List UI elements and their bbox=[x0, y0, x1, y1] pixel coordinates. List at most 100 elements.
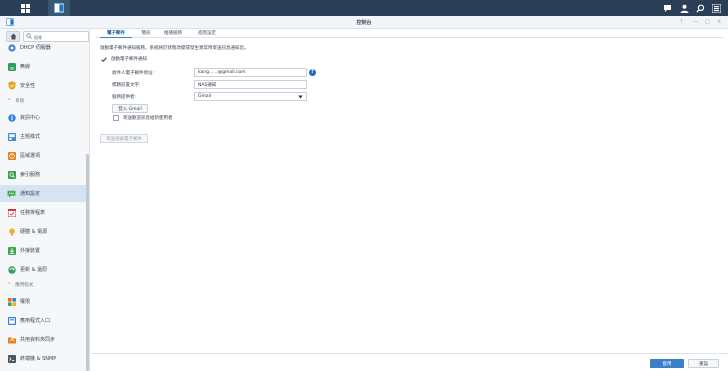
reset-button[interactable]: 重設 bbox=[688, 359, 719, 368]
main-menu-button[interactable] bbox=[14, 0, 36, 16]
sidebar-item-label: 索引服務 bbox=[20, 172, 41, 178]
terminal-snmp-icon bbox=[7, 354, 16, 363]
login-gmail-button[interactable]: 登入 Gmail bbox=[112, 104, 148, 113]
tab-push-service[interactable]: 推播服務 bbox=[158, 30, 188, 38]
taskbar bbox=[0, 0, 728, 16]
regional-options-icon bbox=[7, 151, 16, 160]
hardware-power-icon bbox=[7, 227, 16, 236]
welcome-message-row[interactable]: 寄送歡迎訊息給新使用者 bbox=[113, 115, 173, 121]
sidebar-item-dhcp-server[interactable]: DHCP 伺服器 bbox=[0, 39, 86, 56]
provider-label: 服務提供者: bbox=[112, 95, 137, 100]
apply-button[interactable]: 套用 bbox=[650, 359, 684, 368]
indexing-icon bbox=[7, 170, 16, 179]
control-panel-app-icon bbox=[54, 3, 64, 13]
application-portal-icon bbox=[7, 316, 16, 325]
sidebar-item-hardware-power[interactable]: 硬體 & 電源 bbox=[0, 223, 86, 240]
theme-icon bbox=[7, 132, 16, 141]
sidebar-item-info-center[interactable]: 資訊中心 bbox=[0, 109, 86, 126]
section-label: 應用程式 bbox=[15, 283, 34, 288]
provider-select[interactable]: Gmail bbox=[194, 92, 307, 101]
sidebar-item-label: 權限 bbox=[20, 299, 31, 305]
subject-prefix-label: 標題前置文字: bbox=[112, 83, 141, 88]
chevron-up-icon: ⌃ bbox=[7, 98, 12, 104]
sidebar-item-shared-folder-sync[interactable]: 共用資料夾同步 bbox=[0, 331, 86, 348]
chevron-up-icon: ⌃ bbox=[7, 282, 12, 288]
recipient-email-field[interactable]: kang... ..@gmail.com bbox=[194, 68, 307, 77]
wireless-icon bbox=[7, 62, 16, 71]
sidebar-item-label: 硬體 & 電源 bbox=[20, 229, 48, 235]
info-icon bbox=[7, 113, 16, 122]
sidebar-item-label: 更新 & 還原 bbox=[20, 267, 48, 273]
control-panel-taskbar-button[interactable] bbox=[48, 0, 70, 16]
task-scheduler-icon bbox=[7, 208, 16, 217]
search-button[interactable] bbox=[693, 0, 707, 16]
section-label: 系統 bbox=[15, 99, 25, 104]
enable-email-checkbox[interactable] bbox=[101, 56, 107, 62]
tab-sms[interactable]: 簡訊 bbox=[136, 30, 156, 38]
main-content: 電子郵件 簡訊 推播服務 進階設定 啟動電子郵件通知服務，系統將於狀態改變或發生… bbox=[91, 29, 728, 371]
window-titlebar: 控制台 ? — □ × bbox=[0, 16, 728, 29]
sidebar-item-label: 區域選項 bbox=[20, 153, 41, 159]
sidebar-item-wireless[interactable]: 無線 bbox=[0, 58, 86, 75]
help-icon[interactable]: ? bbox=[309, 69, 316, 76]
sidebar-item-application-portal[interactable]: 應用程式入口 bbox=[0, 312, 86, 329]
send-test-email-button[interactable]: 寄送測試電子郵件 bbox=[100, 134, 148, 143]
security-shield-icon bbox=[7, 81, 16, 90]
grid-icon bbox=[20, 3, 30, 13]
sidebar-item-security[interactable]: 安全性 bbox=[0, 77, 86, 94]
tab-email[interactable]: 電子郵件 bbox=[100, 30, 132, 38]
sidebar: DHCP 伺服器 無線 安全性 ⌃ 系統 資訊中心 主題樣式 區域選項 索引服務… bbox=[0, 29, 90, 371]
dhcp-icon bbox=[7, 43, 16, 52]
subject-prefix-field[interactable]: NAS通知 bbox=[194, 80, 307, 89]
chat-button[interactable] bbox=[660, 0, 674, 16]
sidebar-item-terminal-snmp[interactable]: 終端機 & SNMP bbox=[0, 350, 86, 367]
sidebar-item-notification[interactable]: 通知設定 bbox=[0, 185, 86, 202]
sidebar-item-label: 外接裝置 bbox=[20, 248, 41, 254]
tab-advanced[interactable]: 進階設定 bbox=[192, 30, 222, 38]
sidebar-item-label: 終端機 & SNMP bbox=[20, 356, 57, 362]
sidebar-item-label: DHCP 伺服器 bbox=[20, 45, 51, 51]
notification-icon bbox=[7, 189, 16, 198]
help-button[interactable]: ? bbox=[680, 19, 683, 25]
widgets-button[interactable] bbox=[709, 0, 723, 16]
checkmark-icon bbox=[101, 56, 107, 62]
sidebar-item-label: 安全性 bbox=[20, 83, 36, 89]
enable-email-label: 啟動電子郵件通知 bbox=[111, 57, 147, 62]
tab-bar: 電子郵件 簡訊 推播服務 進階設定 bbox=[96, 29, 723, 38]
sidebar-item-theme[interactable]: 主題樣式 bbox=[0, 128, 86, 145]
privileges-icon bbox=[7, 297, 16, 306]
minimize-button[interactable]: — bbox=[693, 19, 698, 25]
sidebar-item-update-restore[interactable]: 更新 & 還原 bbox=[0, 261, 86, 278]
chat-icon bbox=[663, 4, 671, 12]
recipient-label: 收件人電子郵件地址: bbox=[112, 71, 155, 76]
external-devices-icon bbox=[7, 246, 16, 255]
sidebar-item-label: 無線 bbox=[20, 64, 31, 70]
footer-bar: 套用 重設 bbox=[91, 353, 728, 371]
sidebar-item-external-devices[interactable]: 外接裝置 bbox=[0, 242, 86, 259]
sidebar-item-label: 共用資料夾同步 bbox=[20, 337, 56, 343]
sidebar-item-label: 應用程式入口 bbox=[20, 318, 51, 324]
user-button[interactable] bbox=[677, 0, 691, 16]
sidebar-item-label: 資訊中心 bbox=[20, 115, 41, 121]
sidebar-item-indexing-service[interactable]: 索引服務 bbox=[0, 166, 86, 183]
sidebar-item-label: 主題樣式 bbox=[20, 134, 41, 140]
sidebar-item-task-scheduler[interactable]: 任務排程表 bbox=[0, 204, 86, 221]
welcome-message-label: 寄送歡迎訊息給新使用者 bbox=[123, 116, 173, 121]
window-title: 控制台 bbox=[356, 20, 372, 26]
sidebar-item-regional-options[interactable]: 區域選項 bbox=[0, 147, 86, 164]
provider-value: Gmail bbox=[198, 94, 212, 99]
user-icon bbox=[680, 4, 688, 13]
update-restore-icon bbox=[7, 265, 16, 274]
section-header-system[interactable]: ⌃ 系統 bbox=[7, 98, 24, 104]
sidebar-scrollbar[interactable] bbox=[86, 154, 89, 371]
email-description: 啟動電子郵件通知服務，系統將於狀態改變或發生異常時寄送訊息通知您。 bbox=[100, 46, 249, 51]
welcome-message-checkbox[interactable] bbox=[113, 115, 119, 121]
sidebar-item-privileges[interactable]: 權限 bbox=[0, 293, 86, 310]
enable-email-row[interactable]: 啟動電子郵件通知 bbox=[101, 56, 147, 62]
section-header-applications[interactable]: ⌃ 應用程式 bbox=[7, 282, 33, 288]
close-button[interactable]: × bbox=[717, 19, 721, 25]
chevron-down-icon bbox=[298, 95, 303, 98]
sidebar-item-label: 通知設定 bbox=[20, 191, 41, 197]
maximize-button[interactable]: □ bbox=[705, 19, 710, 25]
shared-folder-sync-icon bbox=[7, 335, 16, 344]
